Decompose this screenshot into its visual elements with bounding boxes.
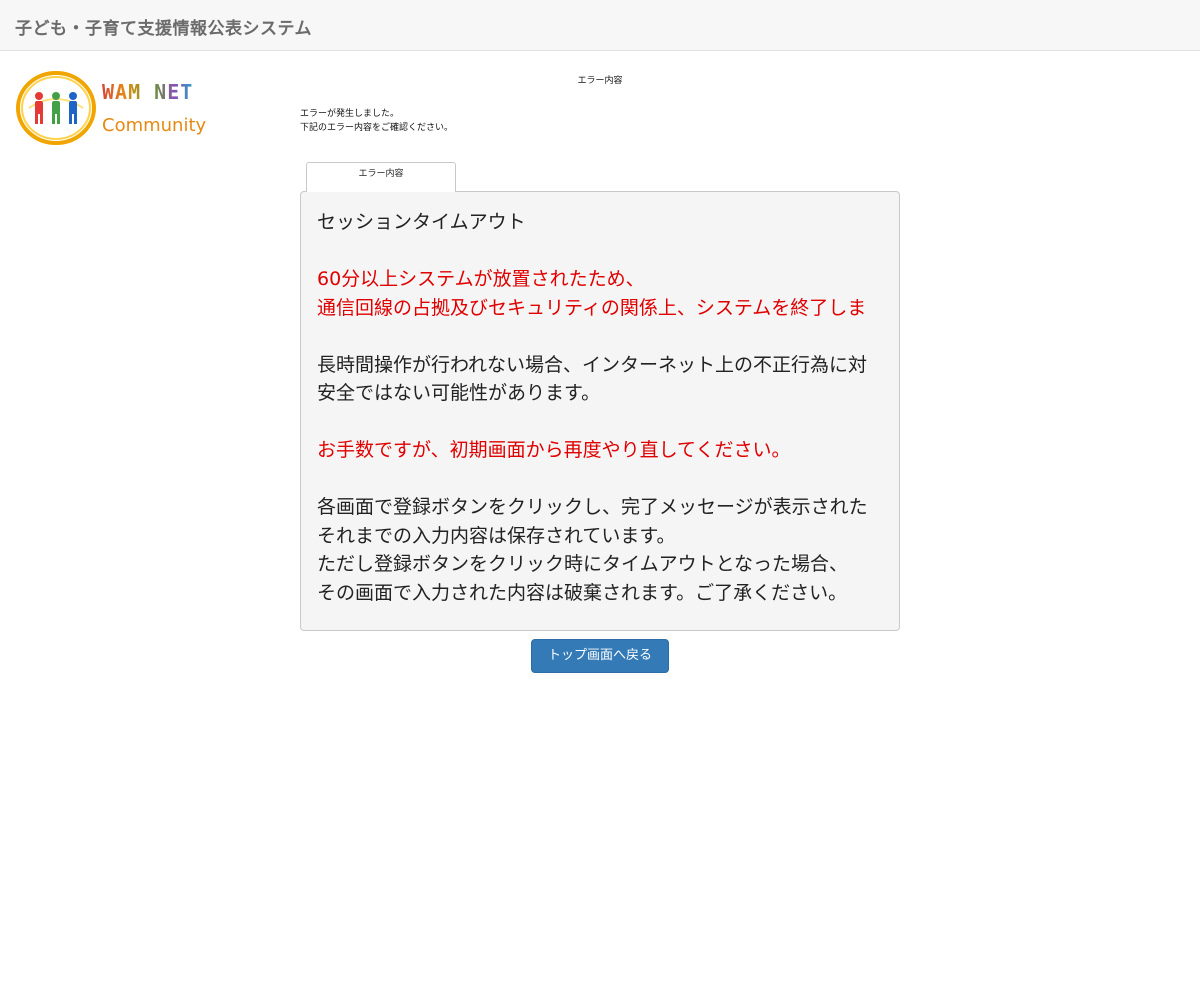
error-panel: セッションタイムアウト 60分以上システムが放置されたため、 通信回線の占拠及び… bbox=[300, 191, 900, 631]
error-note-line: それまでの入力内容は保存されています。 bbox=[317, 524, 676, 547]
tab-error-details[interactable]: エラー内容 bbox=[306, 162, 456, 192]
error-apology: お手数ですが、初期画面から再度やり直してください。 bbox=[317, 439, 791, 461]
error-note-line: その画面で入力された内容は破棄されます。ご了承ください。 bbox=[317, 581, 848, 604]
error-note-line: ただし登録ボタンをクリック時にタイムアウトとなった場合、 bbox=[317, 553, 849, 575]
logo-subtitle: Community bbox=[102, 115, 207, 136]
error-info-line: 安全ではない可能性があります。 bbox=[317, 382, 601, 404]
intro-text: エラーが発生しました。 下記のエラー内容をご確認ください。 bbox=[300, 107, 453, 135]
header-bar: 子ども・子育て支援情報公表システム bbox=[0, 0, 1200, 51]
logo-wordmark-text: WAM NET bbox=[102, 80, 194, 104]
logo-emblem-icon bbox=[16, 71, 96, 145]
error-title: セッションタイムアウト bbox=[317, 211, 526, 233]
app-title: 子ども・子育て支援情報公表システム bbox=[15, 19, 312, 39]
intro-line: 下記のエラー内容をご確認ください。 bbox=[300, 123, 454, 133]
page-heading: エラー内容 bbox=[577, 76, 623, 86]
logo-wordmark: WAM NET bbox=[102, 81, 193, 103]
back-to-top-button[interactable]: トップ画面へ戻る bbox=[531, 639, 669, 673]
wamnet-logo[interactable]: WAM NET Community bbox=[15, 68, 215, 148]
error-info-line: 長時間操作が行われない場合、インターネット上の不正行為に対 bbox=[317, 353, 868, 376]
error-reason-line: 通信回線の占拠及びセキュリティの関係上、システムを終了しま bbox=[317, 296, 867, 319]
error-reason-line: 60分以上システムが放置されたため、 bbox=[317, 268, 645, 290]
intro-line: エラーが発生しました。 bbox=[300, 109, 400, 119]
error-note-line: 各画面で登録ボタンをクリックし、完了メッセージが表示された bbox=[317, 496, 868, 518]
